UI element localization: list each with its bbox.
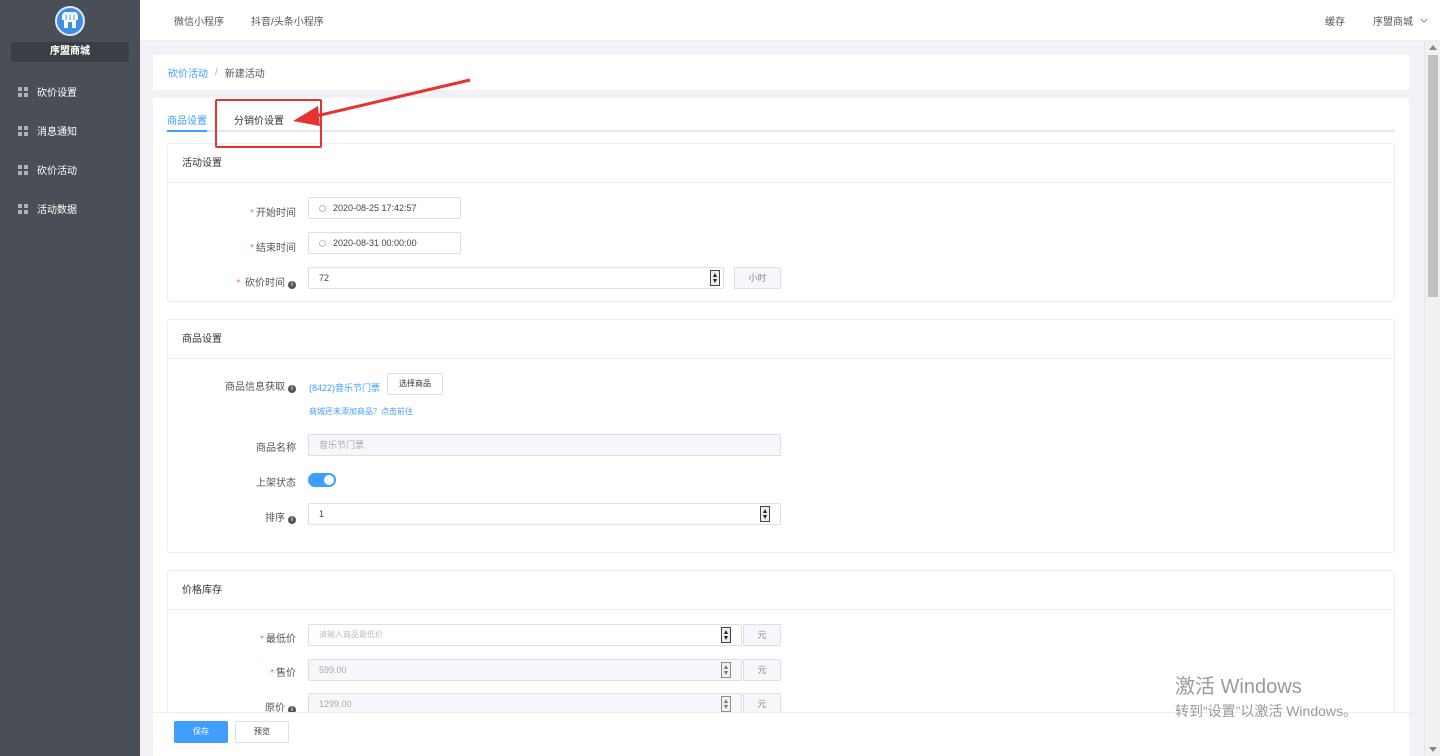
min-price-input[interactable]: 请输入商品最低价 xyxy=(308,624,742,646)
sidebar-item-label: 砍价设置 xyxy=(37,88,77,99)
bargain-time-label: * 砍价时间 i xyxy=(182,274,296,289)
select-goods-button[interactable]: 选择商品 xyxy=(387,373,443,395)
page-scrollbar[interactable] xyxy=(1424,41,1440,756)
goods-name-label: 商品名称 xyxy=(256,443,296,454)
sort-label: 排序 i xyxy=(182,509,296,524)
end-time-input[interactable]: 2020-08-31 00:00:00 xyxy=(308,232,461,254)
watermark-subtitle: 转到“设置”以激活 Windows。 xyxy=(1175,703,1358,719)
min-price-label: * 最低价 xyxy=(260,634,296,645)
goods-settings-section: 商品设置 商品信息获取 i (8422)音乐节门票 选择商品 商城还未添加商品？点… xyxy=(167,319,1395,553)
sort-input[interactable]: 1 xyxy=(308,503,781,525)
section-title: 活动设置 xyxy=(168,144,1394,183)
add-goods-hint-link[interactable]: 商城还未添加商品？点击前往 xyxy=(309,406,413,417)
grid-icon xyxy=(18,203,28,214)
tab-douyin-miniprogram[interactable]: 抖音/头条小程序 xyxy=(251,13,324,28)
number-spinner-icon xyxy=(721,696,731,712)
number-spinner-icon xyxy=(721,662,731,678)
start-time-label: * 开始时间 xyxy=(250,208,296,219)
sidebar: 序盟商城 砍价设置 消息通知 砍价活动 活动数据 xyxy=(0,0,140,756)
clock-icon xyxy=(319,240,326,247)
number-spinner-icon[interactable] xyxy=(760,506,770,522)
bargain-time-input[interactable]: 72 xyxy=(308,267,724,289)
tab-distribution-price-settings[interactable]: 分销价设置 xyxy=(234,112,284,127)
preview-button[interactable]: 预览 xyxy=(235,721,289,743)
listing-status-label: 上架状态 xyxy=(256,478,296,489)
grid-icon xyxy=(18,125,28,136)
sidebar-item-label: 活动数据 xyxy=(37,205,77,216)
info-icon[interactable]: i xyxy=(288,385,296,393)
shop-name: 序盟商城 xyxy=(11,42,129,62)
yuan-unit: 元 xyxy=(743,659,781,681)
scroll-thumb[interactable] xyxy=(1428,55,1438,297)
sidebar-item-activity-data[interactable]: 活动数据 xyxy=(0,189,140,228)
active-tab-indicator xyxy=(167,130,207,132)
scroll-down-icon[interactable] xyxy=(1429,747,1437,752)
sidebar-item-label: 消息通知 xyxy=(37,127,77,138)
windows-activation-watermark: 激活 Windows 转到“设置”以激活 Windows。 xyxy=(1175,670,1357,721)
watermark-title: 激活 Windows xyxy=(1175,676,1302,698)
sale-price-label: * 售价 xyxy=(270,668,296,679)
save-button[interactable]: 保存 xyxy=(174,721,228,743)
cache-button[interactable]: 缓存 xyxy=(1325,13,1345,28)
breadcrumb-separator: / xyxy=(215,67,218,78)
grid-icon xyxy=(18,164,28,175)
shop-logo-icon[interactable] xyxy=(55,6,85,36)
hours-unit: 小时 xyxy=(734,267,781,289)
account-menu[interactable]: 序盟商城 xyxy=(1373,13,1428,28)
sidebar-item-bargain-activities[interactable]: 砍价活动 xyxy=(0,150,140,189)
goods-info-label: 商品信息获取 i xyxy=(182,378,296,393)
sidebar-item-bargain-settings[interactable]: 砍价设置 xyxy=(0,72,140,111)
tab-wechat-miniprogram[interactable]: 微信小程序 xyxy=(174,13,224,28)
activity-settings-section: 活动设置 * 开始时间 2020-08-25 17:42:57 * 结束时间 202… xyxy=(167,143,1395,302)
grid-icon xyxy=(18,86,28,97)
form-card: 商品设置 分销价设置 活动设置 * 开始时间 2020-08-25 17:42:5… xyxy=(153,98,1409,756)
account-name: 序盟商城 xyxy=(1373,17,1413,28)
number-spinner-icon[interactable] xyxy=(710,270,720,286)
content-area: 砍价活动 / 新建活动 商品设置 分销价设置 活动设置 * 开始时间 2020-0… xyxy=(140,41,1424,756)
sidebar-item-label: 砍价活动 xyxy=(37,166,77,177)
selected-goods-link[interactable]: (8422)音乐节门票 xyxy=(309,381,380,394)
goods-name-input: 音乐节门票 xyxy=(308,434,781,456)
info-icon[interactable]: i xyxy=(288,516,296,524)
start-time-input[interactable]: 2020-08-25 17:42:57 xyxy=(308,197,461,219)
number-spinner-icon[interactable] xyxy=(721,627,731,643)
section-title: 商品设置 xyxy=(168,320,1394,359)
breadcrumb: 砍价活动 / 新建活动 xyxy=(153,55,1409,90)
listing-status-toggle[interactable] xyxy=(308,473,336,487)
chevron-down-icon xyxy=(1420,18,1428,23)
yuan-unit: 元 xyxy=(743,624,781,646)
clock-icon xyxy=(319,205,326,212)
end-time-label: * 结束时间 xyxy=(250,243,296,254)
tab-goods-settings[interactable]: 商品设置 xyxy=(167,112,207,127)
scroll-up-icon[interactable] xyxy=(1429,45,1437,50)
breadcrumb-current: 新建活动 xyxy=(224,69,265,80)
section-title: 价格库存 xyxy=(168,571,1394,610)
sidebar-item-notifications[interactable]: 消息通知 xyxy=(0,111,140,150)
top-bar: 微信小程序 抖音/头条小程序 缓存 序盟商城 xyxy=(140,0,1440,41)
sale-price-input: 599.00 xyxy=(308,659,742,681)
breadcrumb-link-bargain-activities[interactable]: 砍价活动 xyxy=(168,65,208,80)
logo-area: 序盟商城 xyxy=(0,0,140,70)
info-icon[interactable]: i xyxy=(288,281,296,289)
tab-bar: 商品设置 分销价设置 xyxy=(167,98,1395,132)
